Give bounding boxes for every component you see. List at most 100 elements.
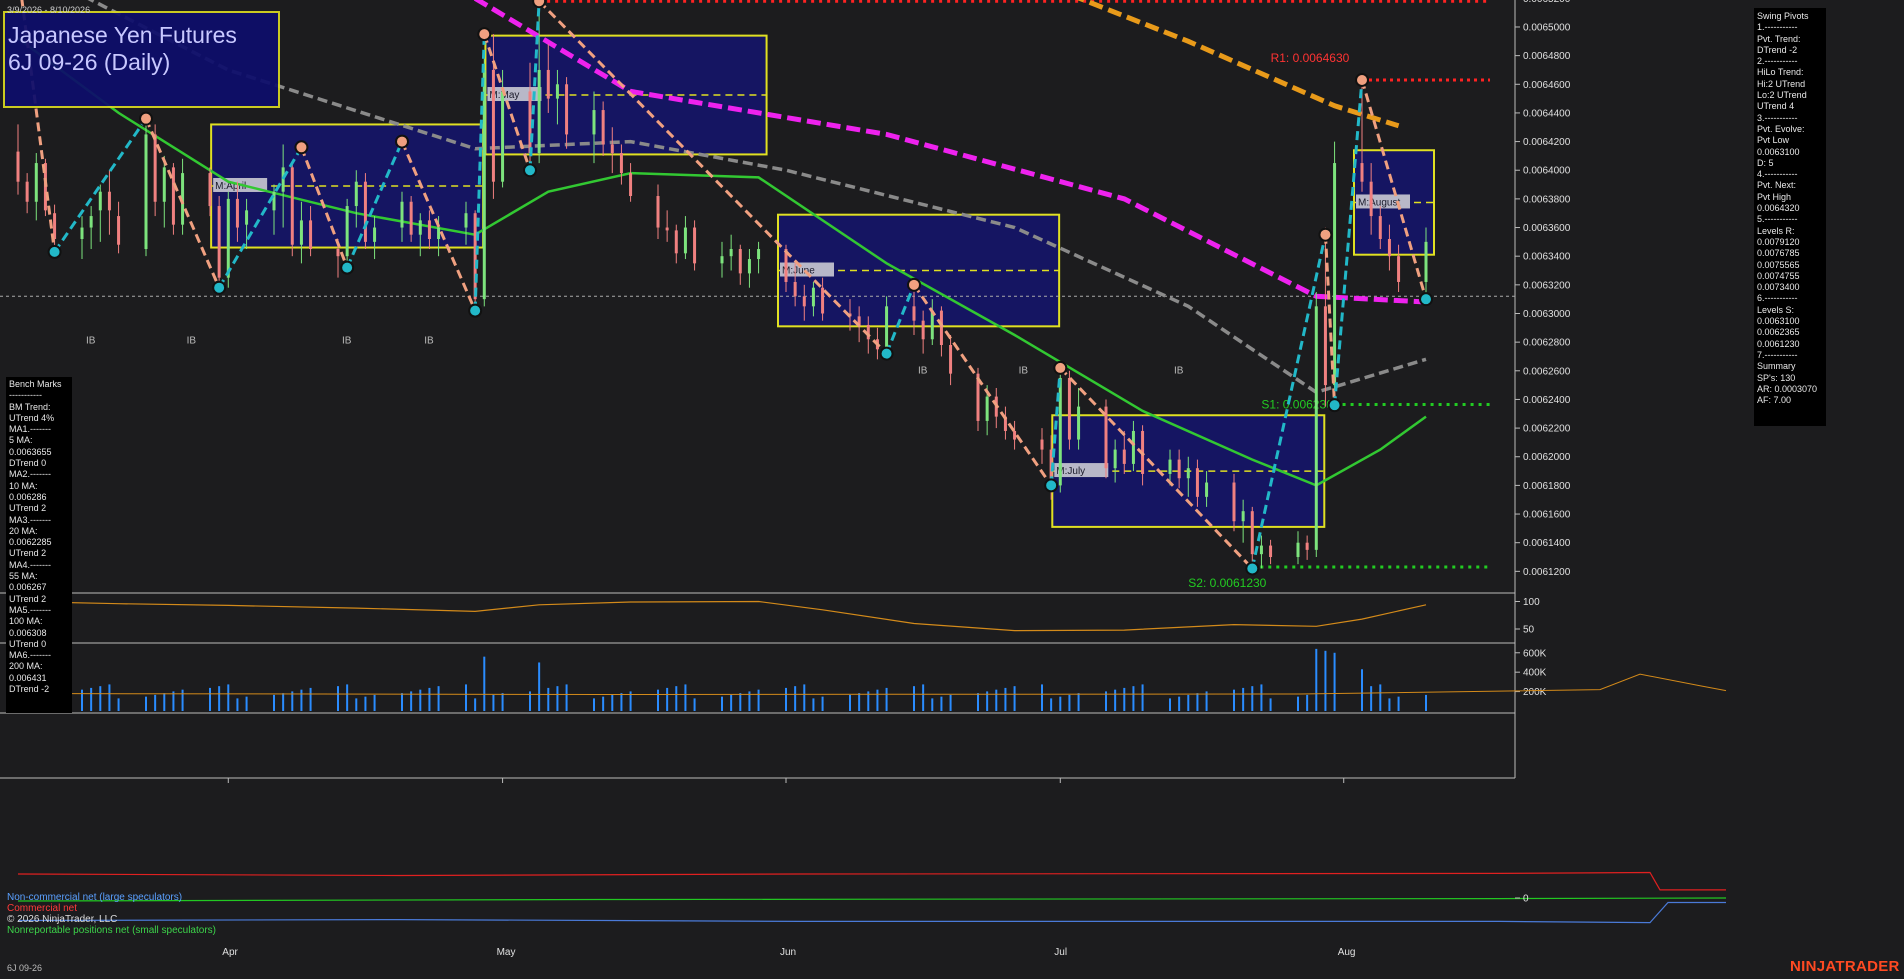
osc-tick-label: 100 [1523, 597, 1540, 608]
candle-body [674, 230, 678, 254]
legend-noncommercial: Non-commercial net (large speculators) [7, 892, 183, 903]
bench-marks-line: MA5.------- [9, 604, 51, 615]
swing-pivots-line: 4.----------- [1757, 169, 1798, 180]
candle-body [1195, 468, 1199, 497]
candle-body [418, 220, 422, 235]
y-tick-label: 0.0061200 [1523, 567, 1571, 578]
bench-marks-line: MA1.------- [9, 424, 51, 435]
y-tick-label: 0.0061600 [1523, 510, 1571, 521]
chart-title: Japanese Yen Futures [8, 22, 237, 48]
bench-marks-line: 20 MA: [9, 525, 38, 536]
candle-body [537, 69, 541, 154]
y-tick-label: 0.0063600 [1523, 223, 1571, 234]
y-tick-label: 0.0062400 [1523, 395, 1571, 406]
candle-body [729, 249, 733, 257]
swing-pivots-line: 0.0061230 [1757, 338, 1800, 349]
bench-marks-line: ----------- [9, 390, 42, 401]
x-tick-label: Jun [780, 947, 796, 958]
swing-point [477, 27, 492, 42]
swing-point [1044, 478, 1059, 493]
swing-point [532, 0, 547, 9]
candle-body [1397, 256, 1401, 282]
swing-pivots-line: AR: 0.0003070 [1757, 383, 1818, 394]
candle-body [25, 181, 29, 202]
candle-body [107, 191, 111, 211]
bench-marks-line: UTrend 4% [9, 412, 55, 423]
candle-body [464, 213, 468, 228]
candle-body [793, 281, 797, 297]
candle-body [336, 249, 340, 257]
candle-body [208, 173, 212, 207]
swing-pivots-line: 0.0062365 [1757, 327, 1800, 338]
candle-body [1378, 216, 1382, 239]
candle-body [272, 191, 276, 211]
date-range: 3/9/2026 - 8/10/2026 [7, 5, 91, 15]
candle-body [1296, 542, 1300, 558]
candle-body [1077, 406, 1081, 440]
bench-marks-line: 0.006308 [9, 627, 47, 638]
swing-point [1053, 360, 1068, 375]
vol-tick-label: 400K [1523, 668, 1547, 679]
swing-pivots-line: 0.0073400 [1757, 282, 1800, 293]
swing-pivots-line: SP's: 130 [1757, 372, 1796, 383]
x-tick-label: Jul [1054, 947, 1067, 958]
candle-body [949, 345, 953, 374]
r1-label: R1: 0.0064630 [1271, 51, 1350, 65]
swing-point [523, 163, 537, 178]
legend-nonreportable: Nonreportable positions net (small specu… [7, 925, 216, 936]
copyright: © 2026 NinjaTrader, LLC [7, 914, 118, 925]
candle-body [601, 110, 605, 145]
candle-body [345, 206, 349, 257]
candle-body [546, 69, 550, 99]
swing-pivots-line: 0.0064320 [1757, 203, 1800, 214]
swing-pivots-line: UTrend 4 [1757, 101, 1795, 112]
candle-body [16, 151, 20, 182]
candle-body [501, 91, 505, 182]
candle-body [354, 181, 358, 207]
price-chart[interactable]: 0.0065200 0.0065000 0.0064800 0.0064600 0.00… [0, 0, 1904, 979]
candle-body [1259, 545, 1263, 555]
x-tick-label: Aug [1338, 947, 1356, 958]
swing-pivots-line: DTrend -2 [1757, 44, 1798, 55]
candle-body [656, 196, 660, 228]
candle-body [491, 69, 495, 182]
candle-body [683, 227, 687, 254]
candle-body [720, 256, 724, 264]
swing-pivots-line: Pvt High [1757, 191, 1792, 202]
bench-marks-line: 200 MA: [9, 661, 43, 672]
month-label: M:August [1358, 197, 1400, 208]
bench-marks-line: MA6.------- [9, 650, 51, 661]
candle-body [757, 249, 761, 260]
y-tick-label: 0.0063000 [1523, 309, 1571, 320]
bench-marks-line: 5 MA: [9, 435, 33, 446]
bench-marks-line: BM Trend: [9, 401, 51, 412]
candle-body [1205, 482, 1209, 497]
candle-body [400, 201, 404, 228]
swing-point [1419, 292, 1433, 307]
y-tick-label: 0.0064600 [1523, 80, 1571, 91]
vol-tick-label: 200K [1523, 687, 1547, 698]
swing-point [294, 140, 309, 155]
candle-body [1250, 511, 1254, 555]
candle-body [144, 134, 148, 250]
swing-pivots-line: 0.0079120 [1757, 236, 1800, 247]
bench-marks-line: 10 MA: [9, 480, 38, 491]
swing-pivots-line: 0.0074755 [1757, 270, 1800, 281]
candle-body [565, 84, 569, 135]
bench-marks-line: 55 MA: [9, 571, 38, 582]
swing-pivots-line: 0.0063100 [1757, 146, 1800, 157]
bench-marks-line: Bench Marks [9, 379, 62, 389]
candle-body [1013, 430, 1017, 440]
candle-body [226, 198, 230, 278]
swing-point [1355, 72, 1369, 87]
chart-subtitle: 6J 09-26 (Daily) [8, 49, 171, 75]
y-tick-label: 0.0061800 [1523, 481, 1571, 492]
swing-pivots-line: Pvt. Evolve: [1757, 123, 1805, 134]
swing-pivots-line: 6.----------- [1757, 293, 1798, 304]
candle-body [738, 249, 742, 274]
candle-body [409, 201, 413, 235]
swing-pivots-line: 0.0075565 [1757, 259, 1800, 270]
y-tick-label: 0.0062600 [1523, 366, 1571, 377]
candle-body [802, 296, 806, 307]
candle-body [1131, 430, 1135, 464]
